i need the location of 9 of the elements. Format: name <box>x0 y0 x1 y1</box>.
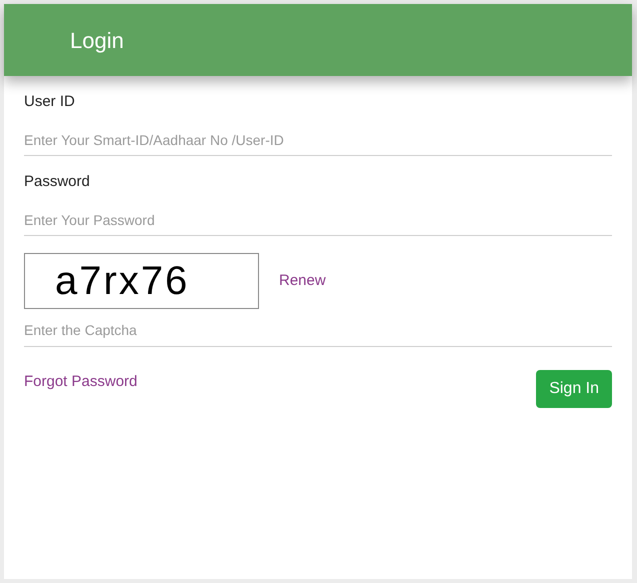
field-label: Password <box>24 172 91 192</box>
captcha-image: a7rx76 <box>24 253 259 309</box>
field-label: User ID <box>24 92 76 112</box>
input-field[interactable]: Enter Your Password <box>24 204 612 236</box>
login-title: Login <box>70 26 124 55</box>
input-field[interactable]: Enter Your Smart-ID/Aadhaar No /User-ID <box>24 124 612 156</box>
renew-link[interactable]: Renew <box>279 270 326 292</box>
captcha-field[interactable]: Enter the Captcha <box>24 313 612 347</box>
forgot-password-link[interactable]: Forgot Password <box>24 371 138 394</box>
